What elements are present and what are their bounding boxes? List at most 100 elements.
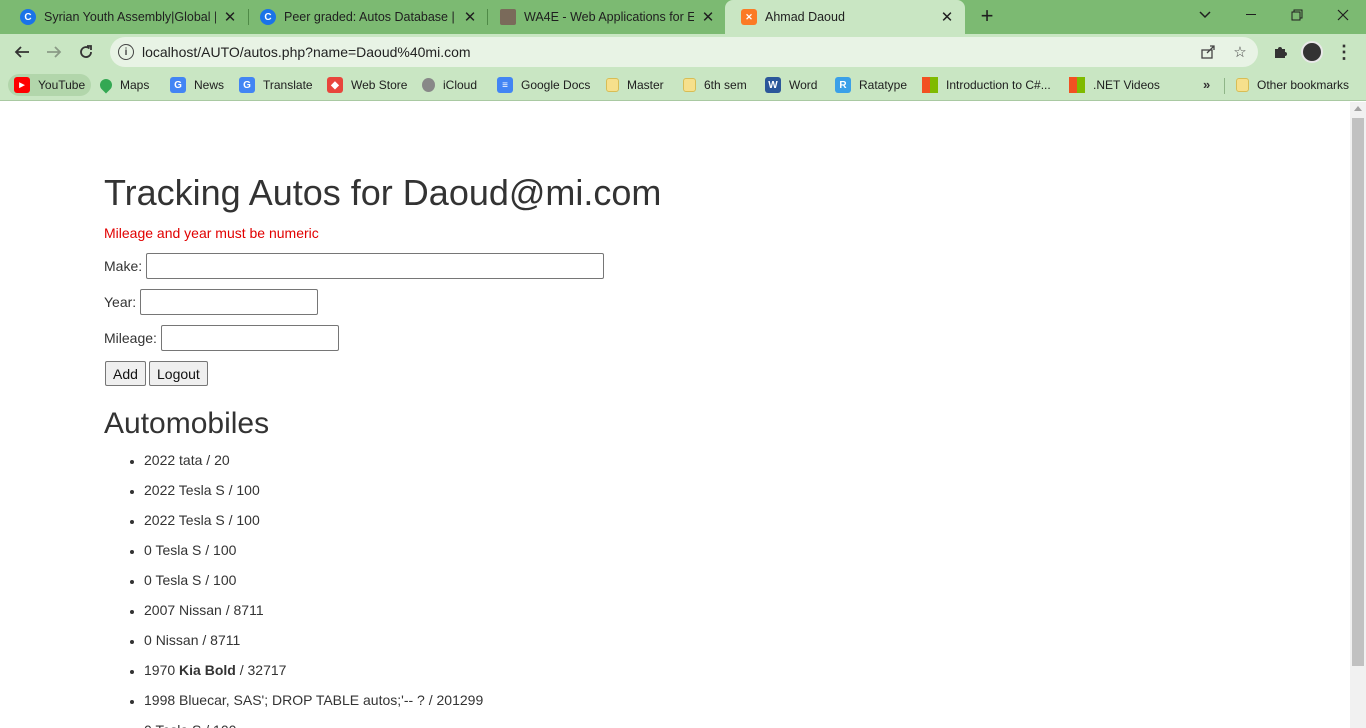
auto-mileage: 8711	[210, 632, 241, 648]
tab-search-chevron-icon[interactable]	[1182, 0, 1228, 30]
close-icon[interactable]: ✕	[462, 9, 478, 26]
maps-pin-icon	[97, 76, 115, 94]
auto-year: 0	[144, 572, 152, 588]
auto-make: Kia Bold	[179, 662, 236, 678]
close-icon[interactable]: ✕	[939, 9, 955, 26]
auto-mileage: 8711	[233, 602, 264, 618]
make-row: Make:	[104, 253, 605, 279]
tab-2[interactable]: WA4E - Web Applications for Eve ✕	[484, 0, 726, 34]
mileage-label: Mileage:	[104, 330, 157, 346]
tab-strip: C Syrian Youth Assembly|Global | C ✕ C P…	[0, 0, 1366, 34]
bookmark-google-docs[interactable]: ≡ Google Docs	[497, 74, 590, 96]
year-input[interactable]	[140, 289, 319, 315]
bookmark-folder-6th-sem[interactable]: 6th sem	[683, 74, 747, 96]
folder-icon	[606, 78, 619, 92]
auto-year: 0	[144, 722, 152, 728]
star-bookmark-icon[interactable]: ☆	[1230, 42, 1250, 62]
bookmark-label: Maps	[120, 78, 150, 92]
folder-icon	[1236, 78, 1249, 92]
share-icon[interactable]	[1198, 42, 1218, 62]
list-item: 1998 Bluecar, SAS'; DROP TABLE autos;'--…	[144, 688, 483, 718]
list-item: 2022 Tesla S / 100	[144, 478, 483, 508]
browser-toolbar: i localhost/AUTO/autos.php?name=Daoud%40…	[0, 34, 1366, 70]
bookmark-label: Google Docs	[521, 78, 591, 92]
docs-icon: ≡	[497, 77, 513, 93]
close-icon[interactable]: ✕	[700, 9, 716, 26]
close-icon[interactable]: ✕	[222, 9, 238, 26]
add-button[interactable]: Add	[105, 361, 146, 386]
bookmark-label: News	[194, 78, 225, 92]
bookmark-folder-master[interactable]: Master	[606, 74, 664, 96]
scroll-up-arrow-icon[interactable]	[1354, 106, 1362, 111]
bookmark-net-videos[interactable]: .NET Videos	[1069, 74, 1160, 96]
year-label: Year:	[104, 294, 137, 310]
logout-button[interactable]: Logout	[149, 361, 208, 386]
bookmark-maps[interactable]: Maps	[97, 74, 150, 96]
back-arrow-icon[interactable]	[8, 38, 36, 66]
tab-title: Peer graded: Autos Database | Co	[284, 10, 456, 24]
auto-mileage: 20	[214, 452, 230, 468]
bookmark-ratatype[interactable]: R Ratatype	[835, 74, 907, 96]
list-item: 0 Nissan / 8711	[144, 628, 483, 658]
tab-3-active[interactable]: ✕ Ahmad Daoud ✕	[725, 0, 965, 34]
tab-1[interactable]: C Peer graded: Autos Database | Co ✕	[244, 0, 488, 34]
new-tab-button[interactable]: +	[976, 5, 998, 27]
minimize-button[interactable]	[1228, 0, 1274, 30]
mileage-row: Mileage:	[104, 325, 339, 351]
bookmark-translate[interactable]: G Translate	[239, 74, 313, 96]
reload-icon[interactable]	[72, 38, 100, 66]
list-item: 0 Tesla S / 100	[144, 568, 483, 598]
bookmark-word[interactable]: W Word	[765, 74, 817, 96]
vertical-scrollbar[interactable]	[1350, 102, 1366, 728]
auto-year: 1970	[144, 662, 176, 678]
tab-0[interactable]: C Syrian Youth Assembly|Global | C ✕	[4, 0, 248, 34]
web-store-icon: ◆	[327, 77, 343, 93]
list-item: 1970 Kia Bold / 32717	[144, 658, 483, 688]
auto-make: Bluecar, SAS'; DROP TABLE autos;'-- ?	[179, 692, 425, 708]
ratatype-icon: R	[835, 77, 851, 93]
microsoft-icon	[1069, 77, 1085, 93]
wa4e-portrait-icon	[500, 9, 516, 25]
folder-icon	[683, 78, 696, 92]
auto-make: Tesla S	[155, 542, 202, 558]
xampp-icon: ✕	[741, 9, 757, 25]
bookmark-label: iCloud	[443, 78, 478, 92]
bookmark-intro-csharp[interactable]: Introduction to C#...	[922, 74, 1051, 96]
auto-mileage: 100	[236, 482, 260, 498]
make-input[interactable]	[146, 253, 605, 279]
auto-year: 0	[144, 542, 152, 558]
auto-make: tata	[179, 452, 203, 468]
tab-title: Syrian Youth Assembly|Global | C	[44, 10, 216, 24]
profile-avatar[interactable]	[1301, 41, 1323, 63]
mileage-input[interactable]	[160, 325, 339, 351]
extensions-puzzle-icon[interactable]	[1266, 38, 1294, 66]
auto-make: Nissan	[155, 632, 199, 648]
address-bar[interactable]: i localhost/AUTO/autos.php?name=Daoud%40…	[110, 37, 1258, 67]
bookmarks-bar: ▶ YouTube Maps G News G Translate ◆ Web …	[0, 70, 1366, 101]
close-window-button[interactable]	[1320, 0, 1366, 30]
auto-mileage: 100	[236, 512, 260, 528]
auto-mileage: 100	[213, 722, 236, 728]
tab-title: WA4E - Web Applications for Eve	[524, 10, 694, 24]
auto-mileage: 100	[213, 542, 237, 558]
more-bookmarks-chevron-icon[interactable]: »	[1203, 77, 1210, 92]
auto-mileage: 100	[213, 572, 237, 588]
url-text[interactable]: localhost/AUTO/autos.php?name=Daoud%40mi…	[142, 44, 471, 60]
microsoft-icon	[922, 77, 938, 93]
bookmark-icloud[interactable]: iCloud	[422, 74, 477, 96]
list-item: 2022 tata / 20	[144, 448, 483, 478]
bookmark-news[interactable]: G News	[170, 74, 224, 96]
menu-kebab-icon[interactable]: ⋮	[1330, 38, 1358, 66]
auto-make: Tesla S	[155, 722, 201, 728]
bookmark-web-store[interactable]: ◆ Web Store	[327, 74, 407, 96]
forward-arrow-icon[interactable]	[40, 38, 68, 66]
restore-button[interactable]	[1274, 0, 1320, 30]
bookmark-youtube[interactable]: ▶ YouTube	[8, 74, 92, 96]
list-item: 0 Tesla S / 100	[144, 718, 483, 728]
list-item: 0 Tesla S / 100	[144, 538, 483, 568]
scrollbar-thumb[interactable]	[1352, 118, 1364, 666]
auto-year: 2022	[144, 512, 176, 528]
info-icon[interactable]: i	[118, 44, 134, 60]
bookmark-label: Web Store	[351, 78, 408, 92]
bookmark-other-folder[interactable]: Other bookmarks	[1236, 74, 1349, 96]
